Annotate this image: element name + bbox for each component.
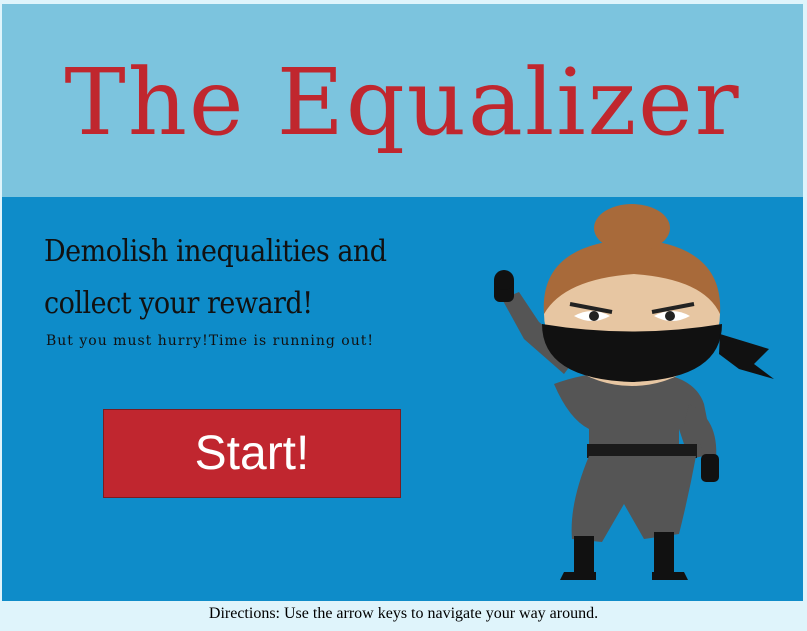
headline: Demolish inequalities and collect your r… <box>44 226 494 330</box>
title-banner: The Equalizer <box>2 4 803 197</box>
game-screen: The Equalizer Demolish inequalities and … <box>2 4 803 601</box>
headline-line-1: Demolish inequalities and <box>44 234 387 269</box>
headline-line-2: collect your reward! <box>44 286 313 321</box>
game-title: The Equalizer <box>64 49 741 156</box>
subtitle: But you must hurry!Time is running out! <box>46 333 374 349</box>
start-button[interactable]: Start! <box>103 409 401 498</box>
ninja-character-illustration <box>494 204 774 580</box>
directions-text: Directions: Use the arrow keys to naviga… <box>208 605 599 622</box>
